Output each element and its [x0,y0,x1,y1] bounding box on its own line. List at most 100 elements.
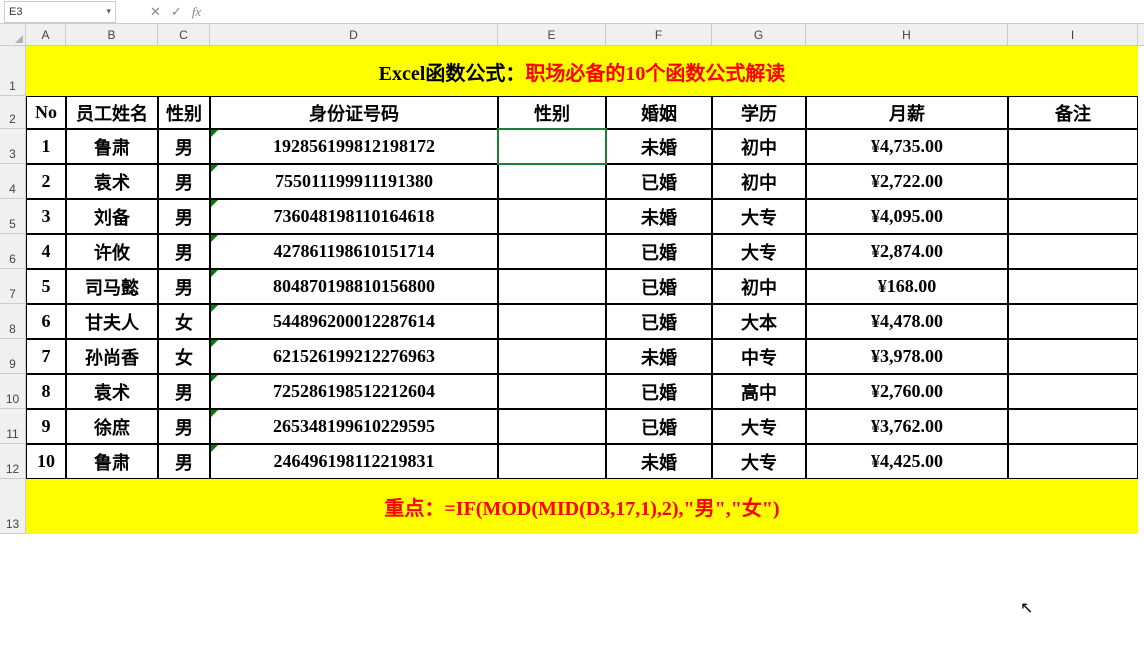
row-header-12[interactable]: 12 [0,444,25,479]
cell-G4[interactable]: 初中 [712,164,806,199]
row-header-8[interactable]: 8 [0,304,25,339]
cell-D4[interactable]: 755011199911191380 [210,164,498,199]
row-header-3[interactable]: 3 [0,129,25,164]
cell-C8[interactable]: 女 [158,304,210,339]
title-cell[interactable]: Excel函数公式：职场必备的10个函数公式解读 [26,46,1138,96]
cell-I11[interactable] [1008,409,1138,444]
cell-D7[interactable]: 804870198810156800 [210,269,498,304]
cell-A7[interactable]: 5 [26,269,66,304]
cell-G8[interactable]: 大本 [712,304,806,339]
row-header-5[interactable]: 5 [0,199,25,234]
row-header-11[interactable]: 11 [0,409,25,444]
cell-H3[interactable]: ¥4,735.00 [806,129,1008,164]
col-header-C[interactable]: C [158,24,210,45]
col-header-I[interactable]: I [1008,24,1138,45]
cell-I4[interactable] [1008,164,1138,199]
cell-I10[interactable] [1008,374,1138,409]
cell-B10[interactable]: 袁术 [66,374,158,409]
cell-D9[interactable]: 621526199212276963 [210,339,498,374]
cell-F10[interactable]: 已婚 [606,374,712,409]
cell-I6[interactable] [1008,234,1138,269]
cell-E3[interactable] [498,129,606,164]
cell-G5[interactable]: 大专 [712,199,806,234]
cell-H7[interactable]: ¥168.00 [806,269,1008,304]
cell-C7[interactable]: 男 [158,269,210,304]
cell-E11[interactable] [498,409,606,444]
cell-I7[interactable] [1008,269,1138,304]
formula-input[interactable] [205,1,1144,23]
col-header-H[interactable]: H [806,24,1008,45]
cell-A10[interactable]: 8 [26,374,66,409]
cell-E12[interactable] [498,444,606,479]
cell-F11[interactable]: 已婚 [606,409,712,444]
cell-E6[interactable] [498,234,606,269]
col-header-A[interactable]: A [26,24,66,45]
header-C[interactable]: 性别 [158,96,210,129]
cell-E8[interactable] [498,304,606,339]
confirm-icon[interactable]: ✓ [171,4,182,20]
cell-I8[interactable] [1008,304,1138,339]
header-F[interactable]: 婚姻 [606,96,712,129]
cell-G6[interactable]: 大专 [712,234,806,269]
cell-B8[interactable]: 甘夫人 [66,304,158,339]
cell-A8[interactable]: 6 [26,304,66,339]
cell-D10[interactable]: 725286198512212604 [210,374,498,409]
cell-I3[interactable] [1008,129,1138,164]
cell-A11[interactable]: 9 [26,409,66,444]
cell-C10[interactable]: 男 [158,374,210,409]
cell-B12[interactable]: 鲁肃 [66,444,158,479]
cell-A6[interactable]: 4 [26,234,66,269]
cell-D6[interactable]: 427861198610151714 [210,234,498,269]
cell-C11[interactable]: 男 [158,409,210,444]
col-header-B[interactable]: B [66,24,158,45]
cell-H10[interactable]: ¥2,760.00 [806,374,1008,409]
footer-cell[interactable]: 重点：=IF(MOD(MID(D3,17,1),2),"男","女") [26,479,1138,534]
cell-G10[interactable]: 高中 [712,374,806,409]
row-header-13[interactable]: 13 [0,479,25,534]
row-header-10[interactable]: 10 [0,374,25,409]
cell-H4[interactable]: ¥2,722.00 [806,164,1008,199]
row-header-7[interactable]: 7 [0,269,25,304]
header-E[interactable]: 性别 [498,96,606,129]
cell-D8[interactable]: 544896200012287614 [210,304,498,339]
cell-C4[interactable]: 男 [158,164,210,199]
select-all-corner[interactable] [0,24,26,46]
cell-D3[interactable]: 192856199812198172 [210,129,498,164]
cell-I5[interactable] [1008,199,1138,234]
cell-B7[interactable]: 司马懿 [66,269,158,304]
cell-A4[interactable]: 2 [26,164,66,199]
cell-C6[interactable]: 男 [158,234,210,269]
cell-F5[interactable]: 未婚 [606,199,712,234]
cell-D11[interactable]: 265348199610229595 [210,409,498,444]
name-box[interactable]: E3 ▾ [4,1,116,23]
row-header-6[interactable]: 6 [0,234,25,269]
cell-F12[interactable]: 未婚 [606,444,712,479]
cell-F8[interactable]: 已婚 [606,304,712,339]
cell-B4[interactable]: 袁术 [66,164,158,199]
row-header-9[interactable]: 9 [0,339,25,374]
cell-A12[interactable]: 10 [26,444,66,479]
cell-B5[interactable]: 刘备 [66,199,158,234]
cell-B9[interactable]: 孙尚香 [66,339,158,374]
header-I[interactable]: 备注 [1008,96,1138,129]
cell-F9[interactable]: 未婚 [606,339,712,374]
header-G[interactable]: 学历 [712,96,806,129]
cell-C3[interactable]: 男 [158,129,210,164]
cell-H11[interactable]: ¥3,762.00 [806,409,1008,444]
header-H[interactable]: 月薪 [806,96,1008,129]
cell-F3[interactable]: 未婚 [606,129,712,164]
cell-B3[interactable]: 鲁肃 [66,129,158,164]
cell-H8[interactable]: ¥4,478.00 [806,304,1008,339]
header-B[interactable]: 员工姓名 [66,96,158,129]
fx-icon[interactable]: fx [192,4,201,20]
cell-H6[interactable]: ¥2,874.00 [806,234,1008,269]
cell-E4[interactable] [498,164,606,199]
cell-I9[interactable] [1008,339,1138,374]
cell-H12[interactable]: ¥4,425.00 [806,444,1008,479]
cell-A9[interactable]: 7 [26,339,66,374]
cell-E10[interactable] [498,374,606,409]
cell-G9[interactable]: 中专 [712,339,806,374]
cell-B6[interactable]: 许攸 [66,234,158,269]
header-A[interactable]: No [26,96,66,129]
col-header-E[interactable]: E [498,24,606,45]
